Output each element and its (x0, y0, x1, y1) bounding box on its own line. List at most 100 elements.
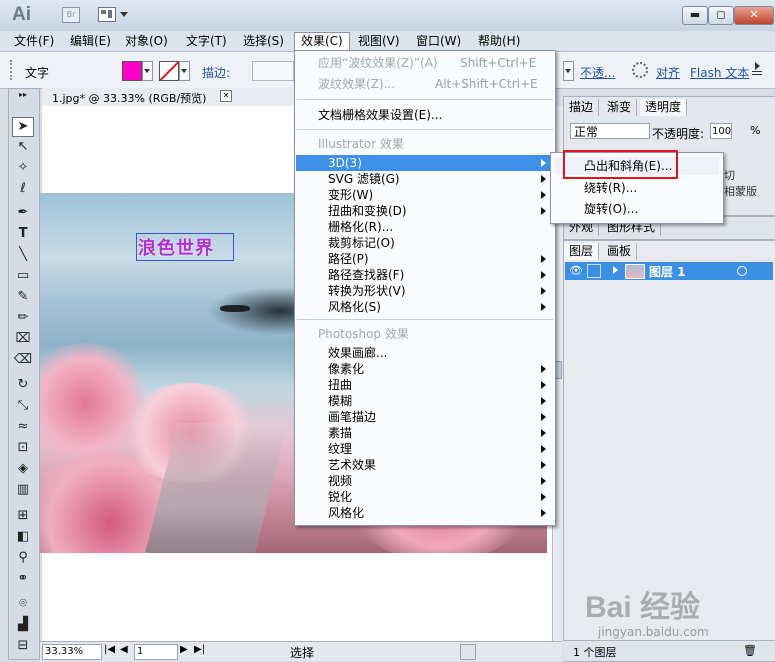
menu-item-brush-strokes[interactable]: 画笔描边 (296, 409, 554, 425)
grip-handle[interactable] (10, 60, 16, 80)
menu-item-distort[interactable]: 扭曲 (296, 377, 554, 393)
prev-page-icon[interactable]: ◀ (120, 644, 128, 655)
align-link[interactable]: 对齐 (656, 64, 680, 81)
menu-item-warp[interactable]: 变形(W) (296, 187, 554, 203)
menu-item-path[interactable]: 路径(P) (296, 251, 554, 267)
line-tool-icon[interactable]: ╲ (12, 246, 34, 264)
document-close-icon[interactable]: ✕ (220, 90, 232, 102)
direct-selection-tool-icon[interactable]: ↖ (12, 138, 34, 156)
flash-text-link[interactable]: Flash 文本 (690, 64, 749, 81)
paintbrush-tool-icon[interactable]: ✎ (12, 288, 34, 306)
menu-type[interactable]: 文字(T) (180, 33, 233, 50)
maximize-button[interactable]: ◻ (708, 6, 734, 25)
close-button[interactable]: ✕ (734, 6, 774, 25)
menu-item-pathfinder[interactable]: 路径查找器(F) (296, 267, 554, 283)
artboard-tool-icon[interactable]: ⊟ (12, 637, 34, 655)
tab-transparency[interactable]: 透明度 (640, 99, 688, 116)
menu-item-rasterize[interactable]: 栅格化(R)... (296, 219, 554, 235)
stroke-weight-input[interactable] (252, 61, 294, 81)
selection-tool-icon[interactable]: ➤ (12, 117, 34, 137)
warp-tool-icon[interactable]: ≈ (12, 418, 34, 436)
tab-artboards[interactable]: 画板 (602, 243, 638, 260)
rotate-tool-icon[interactable]: ↻ (12, 376, 34, 394)
lasso-tool-icon[interactable]: ℓ (12, 180, 34, 198)
tab-layers[interactable]: 图层 (564, 243, 600, 260)
expand-layer-icon[interactable] (613, 266, 618, 274)
eyedropper-tool-icon[interactable]: ⚲ (12, 549, 34, 567)
column-graph-tool-icon[interactable]: ▟ (12, 616, 34, 634)
opacity-dropdown[interactable] (563, 61, 574, 81)
eye-icon[interactable]: 👁 (569, 264, 583, 277)
shape-builder-tool-icon[interactable]: ◈ (12, 460, 34, 478)
menu-item-convert-to-shape[interactable]: 转换为形状(V) (296, 283, 554, 299)
horizontal-scroll-thumb[interactable] (460, 644, 476, 660)
menu-item-revolve[interactable]: 绕转(R)... (555, 179, 719, 197)
scale-tool-icon[interactable]: ⤡ (12, 397, 34, 415)
last-page-icon[interactable]: ▶| (194, 644, 205, 655)
chevron-down-icon[interactable] (120, 12, 128, 17)
fill-swatch[interactable] (122, 61, 142, 81)
rectangle-tool-icon[interactable]: ▭ (12, 267, 34, 285)
minimize-button[interactable]: ▬ (682, 6, 708, 25)
target-icon[interactable] (737, 266, 747, 276)
menu-item-rotate[interactable]: 旋转(O)... (555, 200, 719, 218)
layer-row[interactable]: 👁 图层 1 (565, 262, 773, 280)
opacity-input[interactable]: 100 (710, 123, 732, 139)
menu-effect[interactable]: 效果(C) (294, 32, 350, 50)
layer-name[interactable]: 图层 1 (649, 263, 686, 280)
invert-mask-label[interactable]: 相蒙版 (724, 183, 757, 199)
menu-item-stylize[interactable]: 风格化(S) (296, 299, 554, 315)
blend-tool-icon[interactable]: ⚭ (12, 570, 34, 588)
delete-layer-icon[interactable]: 🗑 (743, 644, 757, 657)
fill-dropdown[interactable] (142, 61, 153, 81)
tab-gradient[interactable]: 渐变 (602, 99, 638, 116)
eraser-tool-icon[interactable]: ⌫ (12, 351, 34, 369)
menu-item-texture[interactable]: 纹理 (296, 441, 554, 457)
menu-item-crop-marks[interactable]: 裁剪标记(O) (296, 235, 554, 251)
free-transform-tool-icon[interactable]: ⊡ (12, 439, 34, 457)
opacity-link[interactable]: 不透... (580, 64, 615, 81)
tab-stroke[interactable]: 描边 (564, 99, 600, 116)
stroke-label[interactable]: 描边: (202, 64, 230, 81)
menu-file[interactable]: 文件(F) (8, 33, 60, 50)
lock-toggle[interactable] (587, 264, 601, 278)
menu-object[interactable]: 对象(O) (119, 33, 174, 50)
stroke-swatch[interactable] (159, 61, 179, 81)
type-tool-icon[interactable]: T (12, 225, 34, 243)
menu-item-raster-settings[interactable]: 文档栅格效果设置(E)... (296, 107, 554, 123)
menu-select[interactable]: 选择(S) (237, 33, 290, 50)
menu-help[interactable]: 帮助(H) (472, 33, 526, 50)
menu-item-distort-transform[interactable]: 扭曲和变换(D) (296, 203, 554, 219)
blob-brush-tool-icon[interactable]: ⌧ (12, 330, 34, 348)
menu-item-3d[interactable]: 3D(3) (296, 155, 554, 171)
menu-item-sketch[interactable]: 素描 (296, 425, 554, 441)
graph-tool-icon[interactable]: ▥ (12, 481, 34, 499)
stroke-dropdown[interactable] (179, 61, 190, 81)
menu-view[interactable]: 视图(V) (352, 33, 406, 50)
menu-item-sharpen[interactable]: 锐化 (296, 489, 554, 505)
document-tab[interactable]: 1.jpg* @ 33.33% (RGB/预览) ✕ (42, 88, 294, 107)
menu-item-pixelate[interactable]: 像素化 (296, 361, 554, 377)
arrange-documents-icon[interactable] (98, 7, 116, 22)
mesh-tool-icon[interactable]: ⊞ (12, 507, 34, 525)
magic-wand-tool-icon[interactable]: ✧ (12, 159, 34, 177)
next-page-icon[interactable]: ▶ (180, 644, 188, 655)
recolor-icon[interactable] (632, 62, 648, 78)
clip-checkbox-label[interactable]: 切 (724, 167, 735, 183)
toolbox-collapse-icon[interactable]: ▸▸ (12, 91, 34, 99)
blend-mode-select[interactable]: 正常 (570, 123, 650, 139)
menu-item-effect-gallery[interactable]: 效果画廊... (296, 345, 554, 361)
page-field[interactable]: 1 (134, 644, 178, 660)
menu-item-svg-filters[interactable]: SVG 滤镜(G) (296, 171, 554, 187)
menu-item-video[interactable]: 视频 (296, 473, 554, 489)
menu-window[interactable]: 窗口(W) (410, 33, 467, 50)
menu-edit[interactable]: 编辑(E) (64, 33, 117, 50)
pen-tool-icon[interactable]: ✒ (12, 204, 34, 222)
first-page-icon[interactable]: |◀ (104, 644, 115, 655)
menu-item-blur[interactable]: 模糊 (296, 393, 554, 409)
pencil-tool-icon[interactable]: ✏ (12, 309, 34, 327)
gradient-tool-icon[interactable]: ◧ (12, 528, 34, 546)
menu-item-artistic[interactable]: 艺术效果 (296, 457, 554, 473)
bridge-button[interactable]: Br (62, 7, 80, 23)
canvas-text[interactable]: 浪色世界 (138, 234, 214, 260)
